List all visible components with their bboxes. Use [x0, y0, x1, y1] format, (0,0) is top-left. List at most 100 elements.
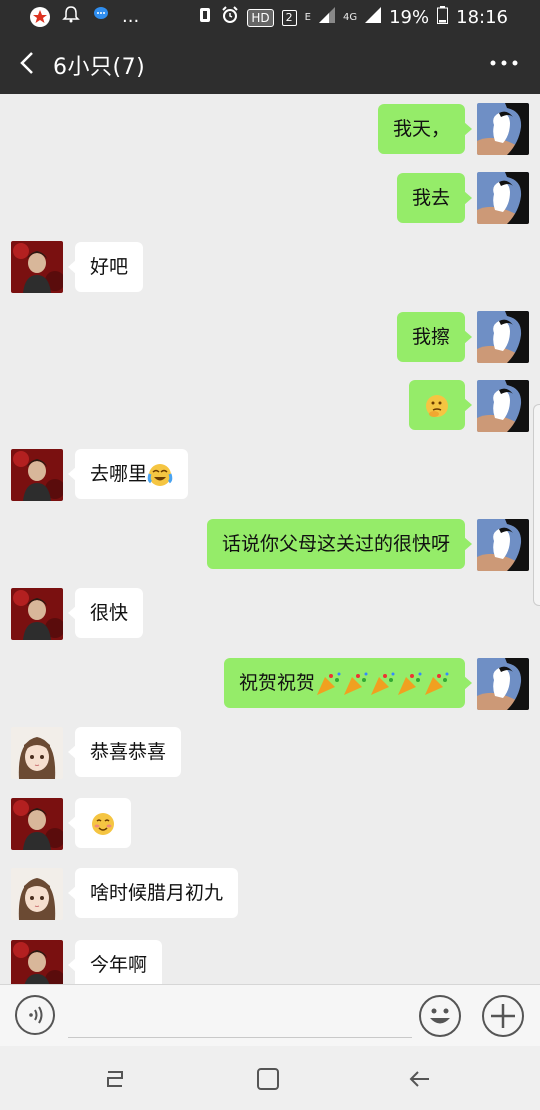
message-text: 很快 — [90, 602, 129, 624]
party-popper-group — [315, 672, 450, 695]
message-text: 我擦 — [411, 326, 450, 348]
member-avatar[interactable] — [11, 449, 63, 501]
vibrate-icon — [197, 6, 213, 29]
network-e-label: E — [304, 12, 311, 23]
chat-bubble-icon — [92, 5, 110, 28]
voice-input-button[interactable] — [15, 995, 55, 1035]
member-avatar[interactable] — [11, 727, 63, 779]
message-text: 祝贺祝贺 — [238, 672, 315, 694]
status-bar: ... HD 2 E 4G 19% 18:16 — [0, 0, 540, 32]
thinking-emoji-icon — [426, 394, 448, 417]
red-portrait-avatar-icon — [11, 588, 63, 640]
message-text: 好吧 — [90, 256, 129, 278]
message-row: 今年啊 — [0, 940, 540, 984]
message-bubble[interactable]: 很快 — [67, 588, 144, 638]
self-avatar[interactable] — [477, 172, 529, 224]
anime-girl-avatar-icon — [11, 868, 63, 920]
more-functions-button[interactable] — [482, 995, 524, 1037]
message-bubble[interactable]: 啥时候腊月初九 — [67, 868, 239, 918]
message-row: 很快 — [0, 588, 540, 640]
message-bubble[interactable]: 我天， — [377, 104, 473, 154]
message-bubble[interactable]: 去哪里 — [67, 449, 189, 499]
message-bubble[interactable]: 话说你父母这关过的很快呀 — [206, 519, 473, 569]
more-dots-icon — [490, 60, 518, 66]
woman-profile-avatar-icon — [477, 172, 529, 224]
emoji-button[interactable] — [419, 995, 461, 1037]
message-row — [0, 798, 540, 850]
app-notification-icon — [30, 6, 50, 27]
message-text: 话说你父母这关过的很快呀 — [221, 533, 450, 555]
message-bubble[interactable]: 今年啊 — [67, 940, 163, 984]
message-row: 去哪里 — [0, 449, 540, 501]
message-bubble[interactable]: 恭喜恭喜 — [67, 727, 182, 777]
message-text: 我去 — [411, 187, 450, 209]
woman-profile-avatar-icon — [477, 658, 529, 710]
message-bubble[interactable]: 祝贺祝贺 — [223, 658, 473, 708]
red-portrait-avatar-icon — [11, 940, 63, 984]
battery-icon — [437, 6, 449, 29]
red-portrait-avatar-icon — [11, 798, 63, 850]
member-avatar[interactable] — [11, 868, 63, 920]
self-avatar[interactable] — [477, 658, 529, 710]
member-avatar[interactable] — [11, 588, 63, 640]
message-bubble[interactable]: 好吧 — [67, 242, 144, 292]
anime-girl-avatar-icon — [11, 727, 63, 779]
party-popper-icon — [398, 672, 422, 695]
message-row: 我天， — [0, 103, 540, 155]
message-input[interactable] — [68, 995, 412, 1038]
message-row — [0, 380, 540, 432]
home-button[interactable] — [253, 1064, 283, 1094]
message-text: 去哪里 — [90, 463, 148, 485]
party-popper-icon — [371, 672, 395, 695]
bell-icon — [62, 5, 80, 28]
smiley-face-icon — [430, 1008, 450, 1024]
scroll-indicator — [533, 404, 540, 606]
message-text: 啥时候腊月初九 — [90, 882, 224, 904]
message-row: 我去 — [0, 172, 540, 224]
message-row: 祝贺祝贺 — [0, 658, 540, 710]
alarm-icon — [221, 6, 239, 29]
message-row: 恭喜恭喜 — [0, 727, 540, 779]
message-list[interactable]: 我天， 我去 好吧 我擦 去哪里 话说你父母这关过的很快呀 很快 祝贺祝贺 恭喜… — [0, 94, 540, 984]
member-avatar[interactable] — [11, 940, 63, 984]
signal-icon-2 — [365, 7, 382, 28]
message-bubble[interactable] — [68, 798, 131, 848]
signal-icon — [318, 7, 335, 28]
more-options-button[interactable] — [488, 53, 520, 73]
home-icon — [257, 1068, 279, 1090]
message-row: 我擦 — [0, 311, 540, 363]
chat-title: 6小只(7) — [53, 55, 146, 80]
member-avatar[interactable] — [11, 798, 63, 850]
self-avatar[interactable] — [477, 103, 529, 155]
input-bar — [0, 984, 540, 1047]
message-bubble[interactable]: 我去 — [396, 173, 473, 223]
red-portrait-avatar-icon — [11, 449, 63, 501]
plus-icon — [491, 1004, 515, 1028]
back-nav-button[interactable] — [405, 1064, 435, 1094]
self-avatar[interactable] — [477, 311, 529, 363]
self-avatar[interactable] — [477, 380, 529, 432]
woman-profile-avatar-icon — [477, 103, 529, 155]
status-left: ... — [30, 5, 139, 28]
blush-emoji-icon — [92, 812, 114, 835]
clock: 18:16 — [456, 7, 508, 28]
message-text: 我天， — [392, 118, 450, 140]
back-arrow-icon — [20, 52, 33, 74]
message-text: 今年啊 — [90, 954, 148, 976]
battery-percent: 19% — [389, 7, 430, 28]
message-bubble[interactable] — [409, 380, 472, 430]
party-popper-icon — [344, 672, 368, 695]
party-popper-icon — [425, 672, 449, 695]
woman-profile-avatar-icon — [477, 519, 529, 571]
status-right: HD 2 E 4G 19% 18:16 — [197, 6, 508, 29]
chat-header: 6小只(7) — [0, 32, 540, 94]
woman-profile-avatar-icon — [477, 380, 529, 432]
message-bubble[interactable]: 我擦 — [396, 312, 473, 362]
woman-profile-avatar-icon — [477, 311, 529, 363]
sim-badge: 2 — [281, 9, 297, 26]
self-avatar[interactable] — [477, 519, 529, 571]
recent-apps-button[interactable] — [100, 1064, 130, 1094]
back-button[interactable] — [14, 49, 42, 77]
red-portrait-avatar-icon — [11, 241, 63, 293]
member-avatar[interactable] — [11, 241, 63, 293]
